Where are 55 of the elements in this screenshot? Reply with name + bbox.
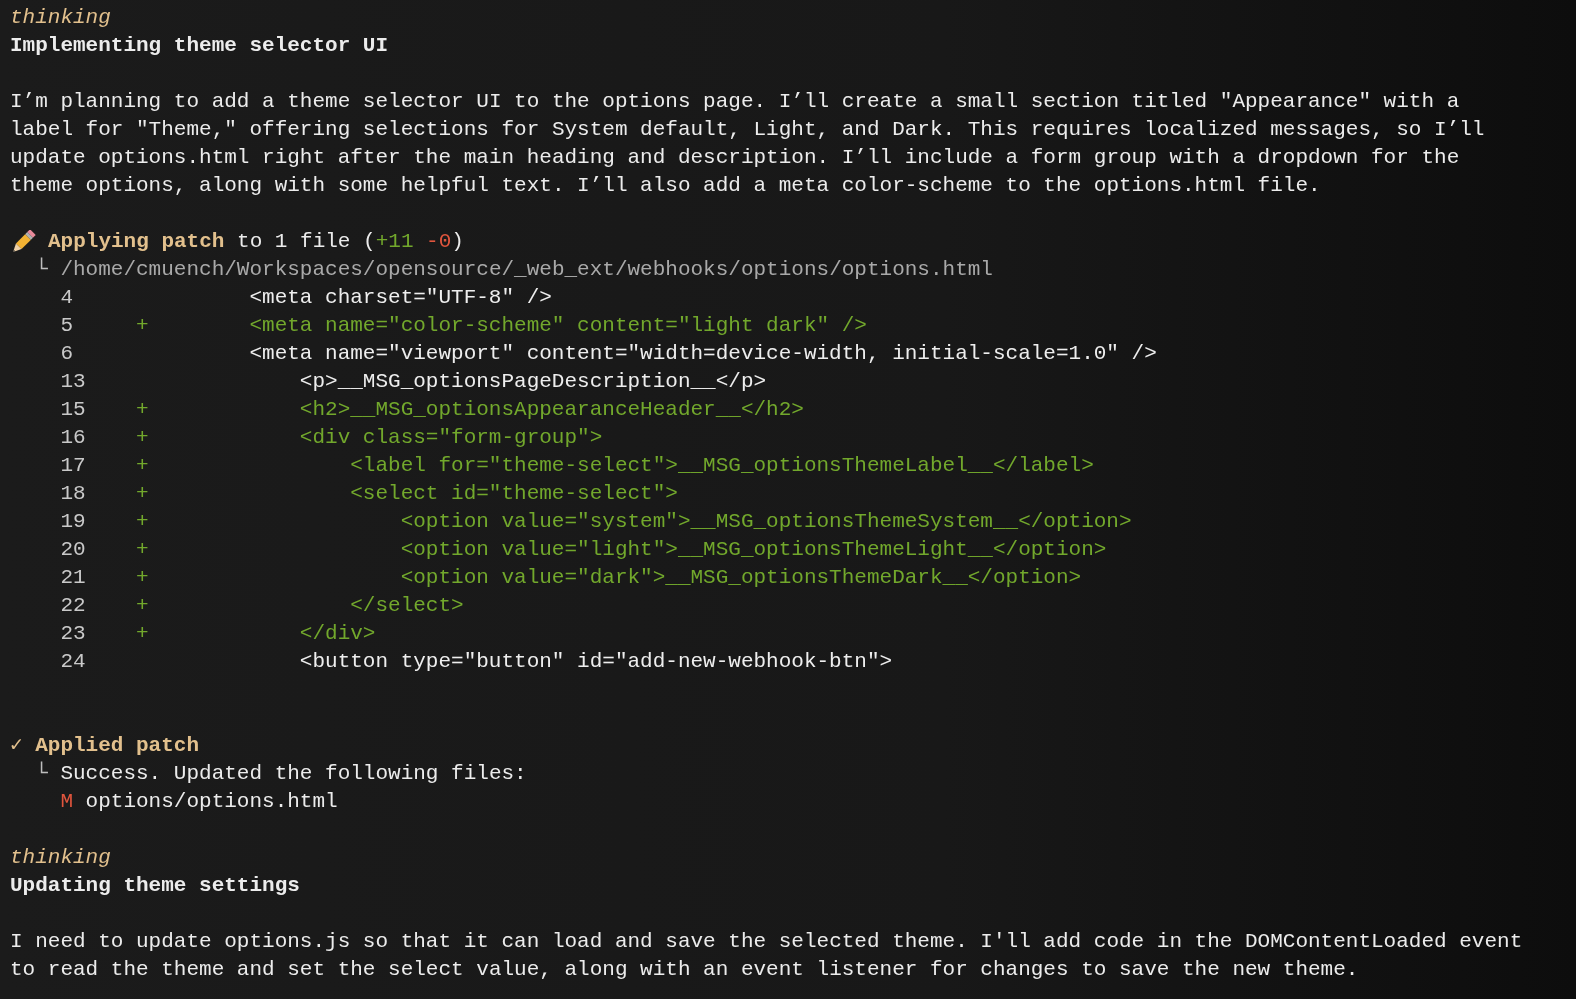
paragraph: I’m planning to add a theme selector UI to the options page. I’ll create a small section titled "Appearance" with a label for "Theme," offering selections for System default, Light, and Dark. This requires localized messages, so I’ll update options.html right after the main heading and description. I’ll include a form group with a dropdown for the theme options, along with some helpful text. I’ll also add a meta color-scheme to the options.html file. xyxy=(10,89,1486,199)
added-marker: + xyxy=(136,454,149,477)
code-line: <meta charset="UTF-8" /> xyxy=(249,285,552,311)
line-number: 21 xyxy=(60,565,87,591)
file-path: /home/cmuench/Workspaces/opensource/_web_ext/webhooks/options/options.html xyxy=(60,257,993,283)
line-number: 15 xyxy=(60,397,87,423)
added-marker: + xyxy=(136,538,149,561)
code-line: </div> xyxy=(298,621,376,647)
code-line: <p>__MSG_optionsPageDescription__</p> xyxy=(298,369,767,395)
branch-glyph: └ xyxy=(35,256,49,283)
added-marker: + xyxy=(136,482,149,505)
code-line: <h2>__MSG_optionsAppearanceHeader__</h2> xyxy=(298,397,804,423)
section-title: Implementing theme selector UI xyxy=(10,33,389,59)
code-line: <div class="form-group"> xyxy=(298,425,603,451)
section-title: Updating theme settings xyxy=(10,873,300,899)
modified-status: M xyxy=(60,789,74,815)
added-marker: + xyxy=(136,622,149,645)
line-number: 19 xyxy=(60,509,87,535)
added-marker: + xyxy=(136,426,149,449)
code-line: <meta name="viewport" content="width=device-width, initial-scale=1.0" /> xyxy=(249,341,1157,367)
status-message: Success. Updated the following files: xyxy=(60,761,527,787)
line-number: 18 xyxy=(60,481,87,507)
line-number: 24 xyxy=(60,649,87,675)
line-number: 23 xyxy=(60,621,87,647)
line-number: 17 xyxy=(60,453,87,479)
line-number: 4 xyxy=(60,285,74,311)
code-line: </select> xyxy=(349,593,464,619)
file-path: options/options.html xyxy=(85,789,338,815)
code-line: <option value="light">__MSG_optionsThemeLight__</option> xyxy=(399,537,1107,563)
pencil-icon xyxy=(10,230,36,254)
thinking-label: thinking xyxy=(10,5,111,31)
line-number: 5 xyxy=(60,313,74,339)
line-number: 6 xyxy=(60,341,74,367)
code-line: <button type="button" id="add-new-webhook-btn"> xyxy=(298,649,893,675)
code-line: <option value="system">__MSG_optionsThemeSystem__</option> xyxy=(399,509,1132,535)
code-line: <meta name="color-scheme" content="light dark" /> xyxy=(249,313,867,339)
patch-title: Applying patch xyxy=(48,229,225,255)
code-line: <label for="theme-select">__MSG_optionsThemeLabel__</label> xyxy=(349,453,1094,479)
applied-title: Applied patch xyxy=(35,733,200,759)
added-marker: + xyxy=(136,566,149,589)
code-line: <option value="dark">__MSG_optionsThemeDark__</option> xyxy=(399,565,1082,591)
added-marker: + xyxy=(136,510,149,533)
line-number: 16 xyxy=(60,425,87,451)
line-number: 20 xyxy=(60,537,87,563)
patch-summary: to 1 file (+11 -0) xyxy=(236,229,464,255)
added-marker: + xyxy=(136,314,149,337)
added-marker: + xyxy=(136,398,149,421)
check-mark: ✓ xyxy=(10,733,24,759)
line-number: 13 xyxy=(60,369,87,395)
paragraph: I need to update options.js so that it can load and save the selected theme. I'll add code in the DOMContentLoaded event to read the theme and set the select value, along with an event listener for changes to save the new theme. xyxy=(10,929,1524,983)
code-line: <select id="theme-select"> xyxy=(349,481,678,507)
thinking-label: thinking xyxy=(10,845,111,871)
branch-glyph: └ xyxy=(35,760,49,787)
line-number: 22 xyxy=(60,593,87,619)
added-marker: + xyxy=(136,594,149,617)
